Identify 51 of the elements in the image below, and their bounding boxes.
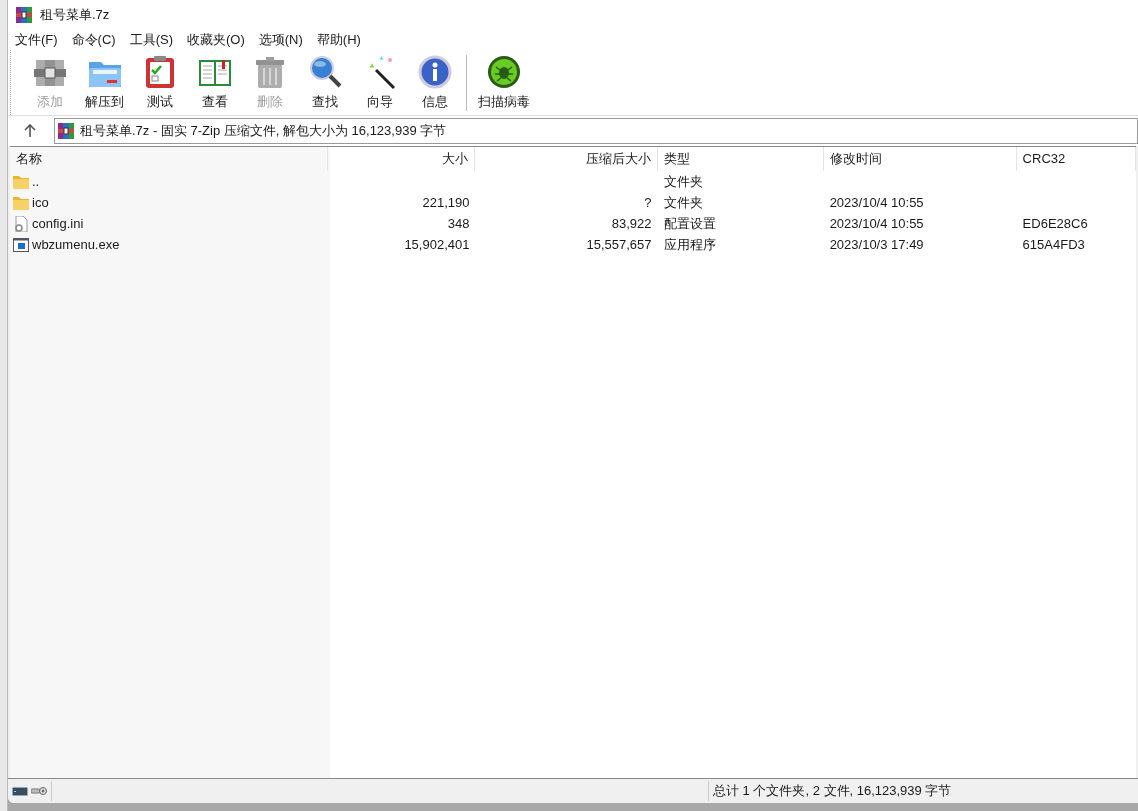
table-cell: 应用程序 xyxy=(663,236,716,252)
table-cell: ED6E28C6 xyxy=(1022,215,1088,231)
column-header[interactable]: 压缩后大小 xyxy=(475,147,658,171)
file-name[interactable]: ico xyxy=(10,192,329,213)
archive-icon xyxy=(16,7,32,23)
toolbar-button[interactable]: 测试 xyxy=(132,51,187,114)
key-icon xyxy=(31,786,47,796)
file-name[interactable]: wbzumenu.exe xyxy=(10,234,329,255)
menu-item[interactable]: 选项(N) xyxy=(258,30,303,50)
table-cell: 2023/10/4 10:55 xyxy=(829,194,924,210)
menu-item[interactable]: 命令(C) xyxy=(71,30,116,50)
toolbar-button[interactable]: 解压到 xyxy=(77,51,132,114)
status-text: 总计 1 个文件夹, 2 文件, 16,123,939 字节 xyxy=(713,782,952,801)
toolbar-button[interactable]: 向导 xyxy=(352,51,407,114)
file-name[interactable]: config.ini xyxy=(10,213,329,234)
column-header[interactable]: 修改时间 xyxy=(823,147,1017,171)
column-header[interactable]: CRC32 xyxy=(1016,147,1136,171)
up-arrow-icon[interactable] xyxy=(24,124,36,138)
table-cell: 221,190 xyxy=(422,194,470,210)
drive-icon xyxy=(12,786,28,796)
file-name[interactable]: .. xyxy=(10,171,329,192)
column-header[interactable]: 名称 xyxy=(10,147,329,171)
toolbar-button[interactable]: 扫描病毒 xyxy=(471,51,537,114)
window-title: 租号菜单.7z xyxy=(40,6,110,25)
application-icon xyxy=(13,236,29,253)
table-cell: 15,902,401 xyxy=(404,236,470,252)
toolbar-button[interactable]: 查找 xyxy=(297,51,352,114)
table-cell: 615A4FD3 xyxy=(1022,236,1085,252)
column-header[interactable]: 大小 xyxy=(328,147,476,171)
table-cell: 348 xyxy=(447,215,470,231)
toolbar-button[interactable]: 信息 xyxy=(407,51,462,114)
address-text: 租号菜单.7z - 固实 7-Zip 压缩文件, 解包大小为 16,123,939 字节 xyxy=(80,122,447,141)
info-icon xyxy=(416,53,453,90)
table-cell: 83,922 xyxy=(611,215,652,231)
menu-item[interactable]: 帮助(H) xyxy=(316,30,361,50)
address-bar[interactable]: 租号菜单.7z - 固实 7-Zip 压缩文件, 解包大小为 16,123,939 字节 xyxy=(54,118,1138,144)
menu-item[interactable]: 工具(S) xyxy=(129,30,173,50)
settings-file-icon xyxy=(13,215,29,232)
table-cell: 2023/10/3 17:49 xyxy=(829,236,924,252)
menu-item[interactable]: 文件(F) xyxy=(15,30,58,50)
toolbar-button[interactable]: 查看 xyxy=(187,51,242,114)
table-cell: 文件夹 xyxy=(663,173,703,189)
menu-item[interactable]: 收藏夹(O) xyxy=(187,30,245,50)
table-cell: 配置设置 xyxy=(663,215,716,231)
column-header[interactable]: 类型 xyxy=(657,147,824,171)
table-cell: 2023/10/4 10:55 xyxy=(829,215,924,231)
table-cell: ? xyxy=(644,194,652,210)
bug-icon xyxy=(486,53,522,90)
archive-icon xyxy=(58,123,74,139)
table-cell: 15,557,657 xyxy=(586,236,652,252)
table-cell: 文件夹 xyxy=(663,194,703,210)
